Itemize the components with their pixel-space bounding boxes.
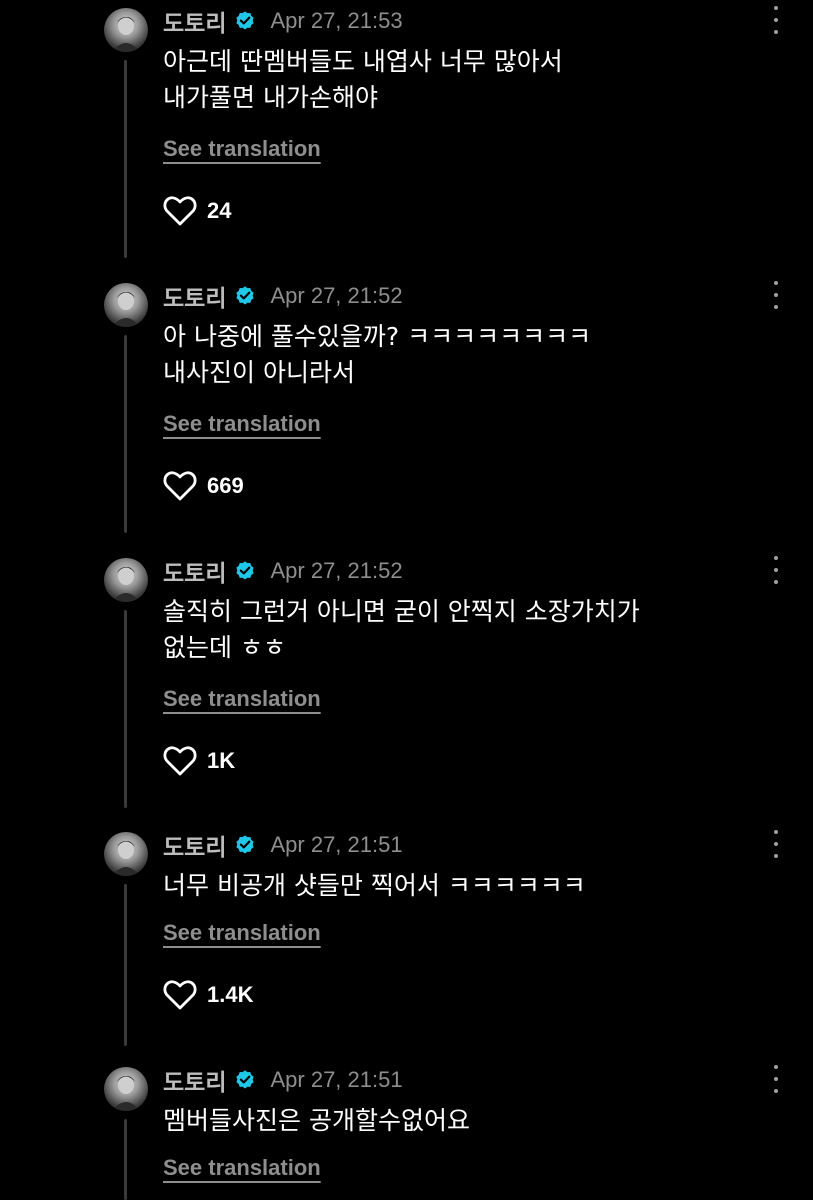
post-header: 도토리 Apr 27, 21:51 xyxy=(163,1063,403,1097)
thread-line xyxy=(124,1119,127,1200)
like-button[interactable]: 24 xyxy=(163,196,231,226)
post-text: 아근데 딴멤버들도 내엽사 너무 많아서 내가풀면 내가손해야 xyxy=(163,47,563,112)
heart-outline-icon xyxy=(163,471,197,501)
post-text: 너무 비공개 샷들만 찍어서 ㅋㅋㅋㅋㅋㅋ xyxy=(163,871,586,900)
thread-line xyxy=(124,610,127,808)
post-header: 도토리 Apr 27, 21:51 xyxy=(163,828,403,862)
see-translation-link[interactable]: See translation xyxy=(163,136,321,162)
more-options-icon[interactable] xyxy=(766,830,786,858)
thread-line xyxy=(124,884,127,1046)
heart-outline-icon xyxy=(163,196,197,226)
see-translation-link[interactable]: See translation xyxy=(163,1155,321,1181)
avatar[interactable] xyxy=(104,8,148,52)
like-button[interactable]: 1K xyxy=(163,746,235,776)
timestamp: Apr 27, 21:52 xyxy=(270,558,403,583)
like-count: 1K xyxy=(207,748,236,773)
timestamp: Apr 27, 21:51 xyxy=(270,1067,403,1092)
more-options-icon[interactable] xyxy=(766,281,786,309)
timestamp: Apr 27, 21:53 xyxy=(270,8,403,33)
verified-badge-icon xyxy=(234,834,256,856)
username[interactable]: 도토리 xyxy=(163,1063,226,1097)
avatar[interactable] xyxy=(104,1067,148,1111)
post-text: 아 나중에 풀수있을까? ㅋㅋㅋㅋㅋㅋㅋㅋ 내사진이 아니라서 xyxy=(163,322,592,387)
post-header: 도토리 Apr 27, 21:52 xyxy=(163,279,403,313)
username[interactable]: 도토리 xyxy=(163,828,226,862)
verified-badge-icon xyxy=(234,560,256,582)
more-options-icon[interactable] xyxy=(766,6,786,34)
see-translation-link[interactable]: See translation xyxy=(163,686,321,712)
verified-badge-icon xyxy=(234,10,256,32)
username[interactable]: 도토리 xyxy=(163,554,226,588)
timestamp: Apr 27, 21:52 xyxy=(270,283,403,308)
timestamp: Apr 27, 21:51 xyxy=(270,832,403,857)
more-options-icon[interactable] xyxy=(766,556,786,584)
thread-line xyxy=(124,60,127,258)
post-text: 솔직히 그런거 아니면 굳이 안찍지 소장가치가 없는데 ㅎㅎ xyxy=(163,597,640,662)
avatar[interactable] xyxy=(104,558,148,602)
heart-outline-icon xyxy=(163,980,197,1010)
like-button[interactable]: 1.4K xyxy=(163,980,253,1010)
like-count: 24 xyxy=(207,198,232,223)
post-header: 도토리 Apr 27, 21:52 xyxy=(163,554,403,588)
avatar[interactable] xyxy=(104,283,148,327)
like-count: 1.4K xyxy=(207,982,254,1007)
like-count: 669 xyxy=(207,473,244,498)
username[interactable]: 도토리 xyxy=(163,4,226,38)
avatar[interactable] xyxy=(104,832,148,876)
more-options-icon[interactable] xyxy=(766,1065,786,1093)
heart-outline-icon xyxy=(163,746,197,776)
thread-line xyxy=(124,335,127,533)
see-translation-link[interactable]: See translation xyxy=(163,411,321,437)
verified-badge-icon xyxy=(234,1069,256,1091)
post-text: 멤버들사진은 공개할수없어요 xyxy=(163,1106,470,1135)
like-button[interactable]: 669 xyxy=(163,471,244,501)
verified-badge-icon xyxy=(234,285,256,307)
username[interactable]: 도토리 xyxy=(163,279,226,313)
post-header: 도토리 Apr 27, 21:53 xyxy=(163,4,403,38)
see-translation-link[interactable]: See translation xyxy=(163,920,321,946)
